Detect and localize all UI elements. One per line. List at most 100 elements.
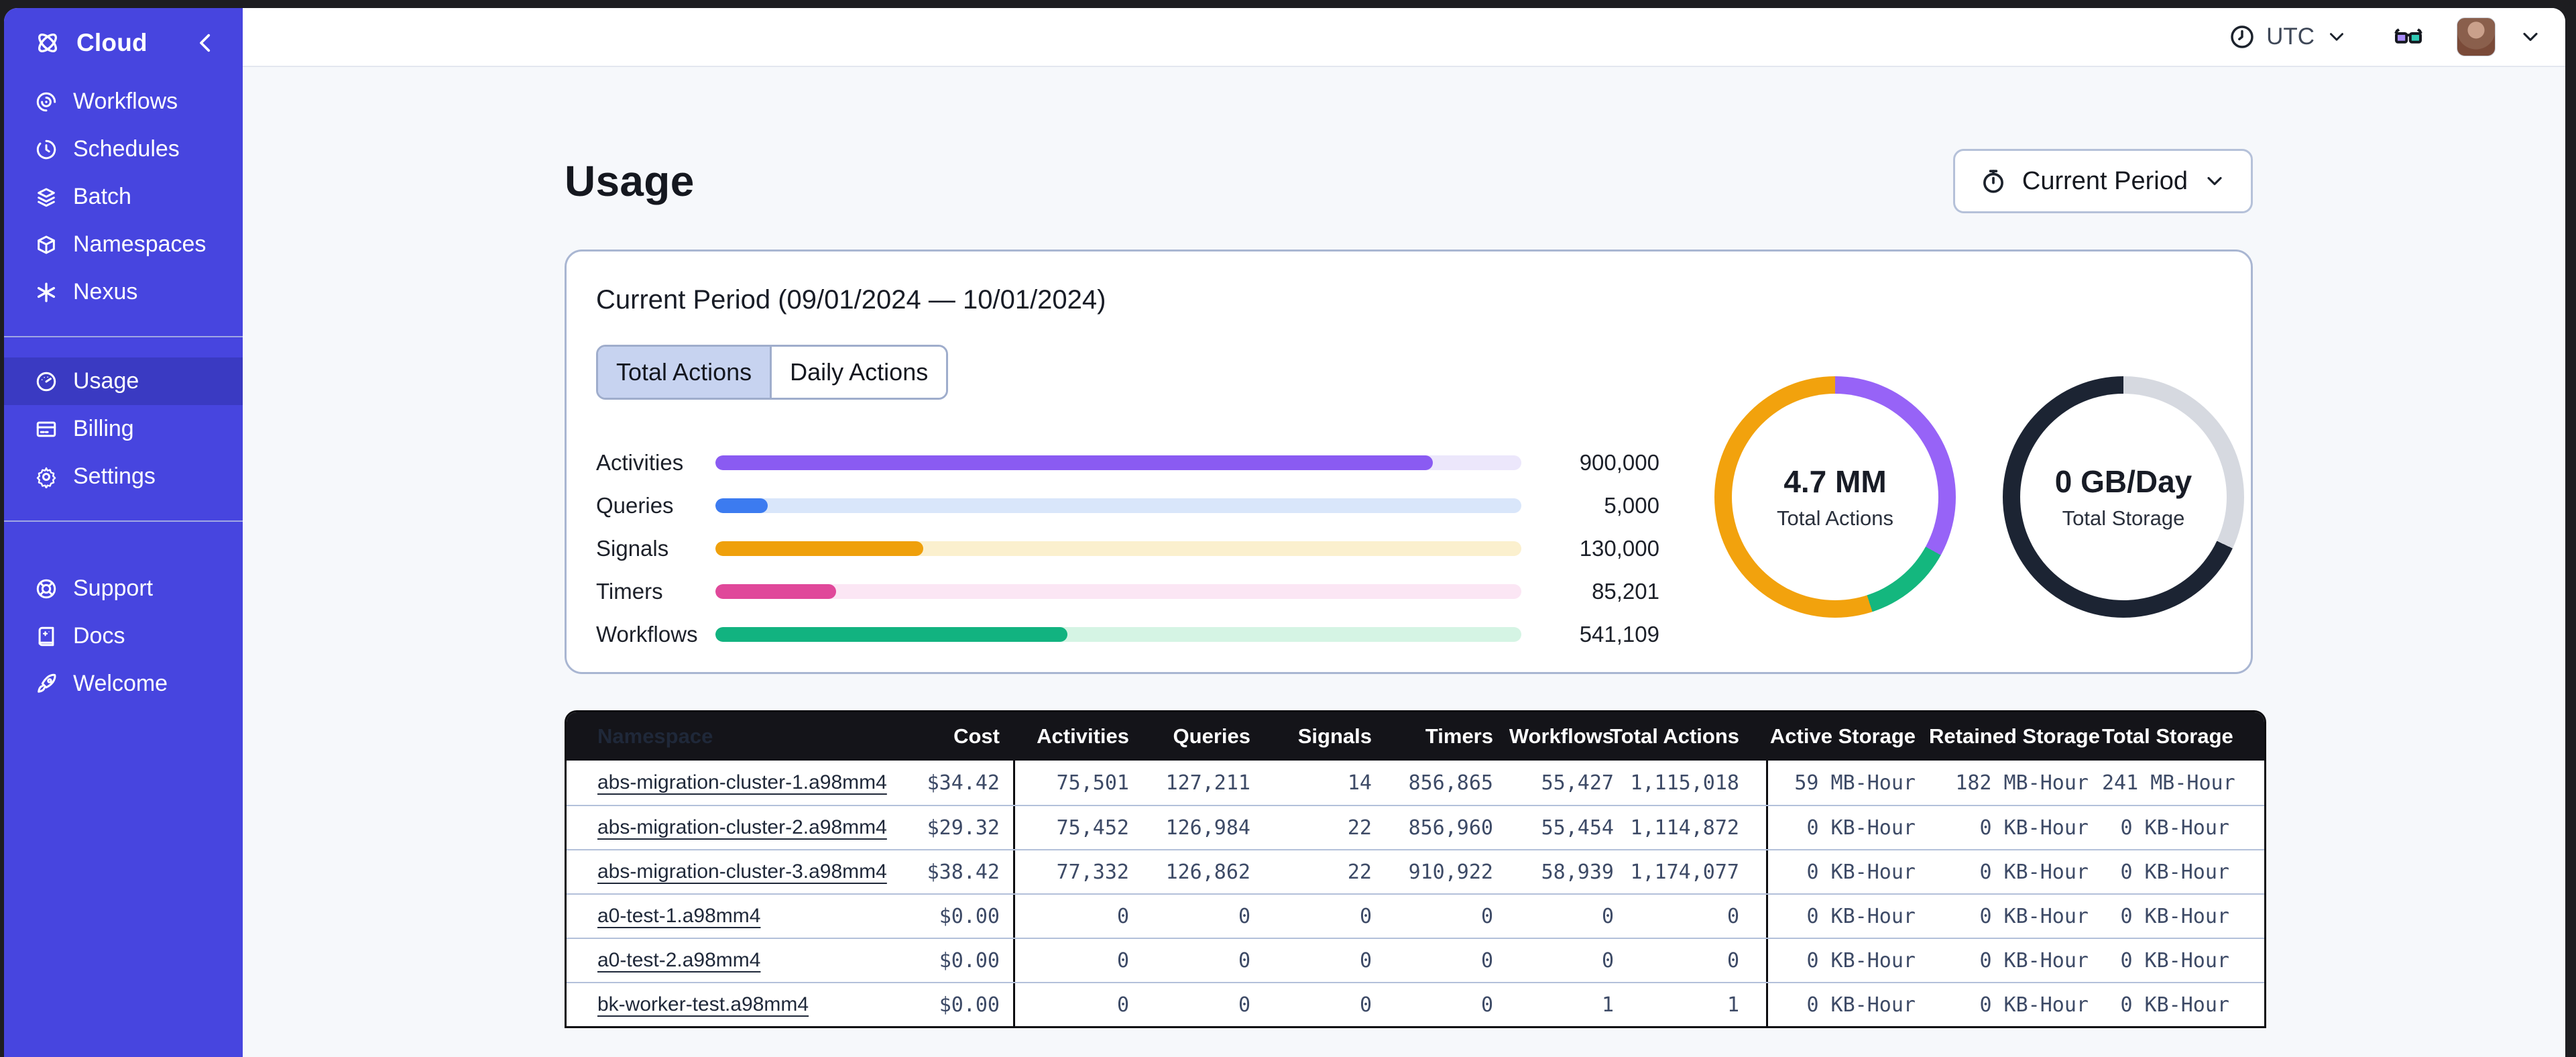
bar-value: 900,000	[1579, 450, 1659, 475]
bar-row-queries: Queries 5,000	[596, 484, 1662, 527]
nexus-icon	[35, 281, 58, 304]
cell-workflows: 55,427	[1541, 771, 1614, 795]
sidebar-item-label: Docs	[73, 623, 125, 649]
sidebar-item-nexus[interactable]: Nexus	[4, 268, 243, 316]
sidebar-item-schedules[interactable]: Schedules	[4, 125, 243, 173]
total-actions-donut: 4.7 MM Total Actions	[1714, 376, 1956, 618]
user-menu-button[interactable]	[2513, 19, 2548, 54]
cell-total-storage: 0 KB-Hour	[2120, 948, 2229, 972]
cell-signals: 0	[1359, 993, 1372, 1017]
collapse-sidebar-icon[interactable]	[194, 32, 217, 54]
total-actions-value: 4.7 MM	[1783, 464, 1887, 499]
cell-total-storage: 0 KB-Hour	[2120, 993, 2229, 1017]
cell-queries: 126,984	[1165, 816, 1250, 840]
table-row: abs-migration-cluster-3.a98mm4 $38.42 77…	[567, 849, 2264, 893]
cell-total-storage: 0 KB-Hour	[2120, 860, 2229, 884]
cell-activities: 77,332	[1056, 860, 1129, 884]
sidebar-item-usage[interactable]: Usage	[4, 357, 243, 405]
cell-total-actions: 1	[1627, 983, 1768, 1026]
cell-total-actions: 1,174,077	[1627, 850, 1768, 893]
sidebar-item-docs[interactable]: Docs	[4, 612, 243, 660]
batch-icon	[35, 186, 58, 209]
user-avatar[interactable]	[2457, 17, 2496, 56]
sidebar-item-label: Support	[73, 575, 154, 601]
sidebar-item-label: Workflows	[73, 89, 178, 114]
sidebar-item-label: Namespaces	[73, 231, 207, 257]
sidebar-nav-account: Usage Billing Settings	[4, 357, 243, 500]
bar-label: Activities	[596, 450, 684, 475]
summary-donuts: 4.7 MM Total Actions 0 GB/Day Total Stor…	[1714, 376, 2244, 672]
col-header-total-actions: Total Actions	[1610, 724, 1739, 748]
cell-total-actions: 0	[1627, 939, 1768, 982]
sidebar-item-settings[interactable]: Settings	[4, 453, 243, 500]
cell-signals: 22	[1347, 860, 1372, 884]
cell-active-storage: 0 KB-Hour	[1806, 904, 1916, 928]
total-storage-donut: 0 GB/Day Total Storage	[2003, 376, 2244, 618]
sidebar-nav-main: Workflows Schedules Batch Namespaces Nex…	[4, 78, 243, 316]
workflows-bar	[715, 627, 1521, 642]
period-dropdown-button[interactable]: Current Period	[1952, 149, 2253, 213]
tab-daily-actions[interactable]: Daily Actions	[770, 347, 947, 398]
sidebar-item-batch[interactable]: Batch	[4, 173, 243, 221]
usage-page: Usage Current Period Current Period (09/…	[243, 67, 2565, 1057]
namespace-link[interactable]: abs-migration-cluster-3.a98mm4	[597, 860, 887, 883]
cell-queries: 127,211	[1165, 771, 1250, 795]
stopwatch-icon	[1983, 170, 2003, 193]
total-storage-label: Total Storage	[2062, 506, 2185, 530]
cell-activities: 75,452	[1056, 816, 1129, 840]
topbar: UTC	[243, 8, 2565, 67]
namespace-usage-table: Namespace Cost Activities Queries Signal…	[565, 710, 2266, 1028]
col-header-activities: Activities	[1037, 724, 1129, 748]
clock-icon	[2231, 25, 2253, 48]
cell-cost: $34.42	[883, 761, 1015, 805]
sidebar-item-label: Batch	[73, 184, 131, 209]
bar-value: 85,201	[1592, 579, 1659, 604]
nerdfaces-button[interactable]	[2387, 15, 2430, 58]
bar-row-timers: Timers 85,201	[596, 570, 1662, 613]
page-title: Usage	[565, 157, 695, 205]
col-header-retained-storage: Retained Storage	[1929, 724, 2100, 748]
namespace-link[interactable]: abs-migration-cluster-1.a98mm4	[597, 771, 887, 793]
current-period-card: Current Period (09/01/2024 — 10/01/2024)…	[565, 249, 2253, 674]
cell-retained-storage: 0 KB-Hour	[1979, 904, 2089, 928]
cell-total-storage: 0 KB-Hour	[2120, 904, 2229, 928]
bar-row-activities: Activities 900,000	[596, 441, 1662, 484]
col-header-signals: Signals	[1297, 724, 1372, 748]
cell-active-storage: 0 KB-Hour	[1806, 860, 1916, 884]
col-header-queries: Queries	[1173, 724, 1250, 748]
sidebar-item-support[interactable]: Support	[4, 565, 243, 612]
namespace-link[interactable]: a0-test-2.a98mm4	[597, 949, 760, 971]
col-header-cost: Cost	[953, 724, 1000, 748]
namespace-link[interactable]: abs-migration-cluster-2.a98mm4	[597, 816, 887, 838]
namespace-link[interactable]: bk-worker-test.a98mm4	[597, 993, 809, 1015]
workflows-icon	[35, 91, 58, 113]
chevron-down-icon	[2330, 33, 2343, 41]
total-storage-value: 0 GB/Day	[2054, 464, 2192, 499]
cell-workflows: 0	[1601, 948, 1614, 972]
actions-view-tabs: Total Actions Daily Actions	[596, 345, 949, 400]
sidebar-item-welcome[interactable]: Welcome	[4, 660, 243, 708]
sidebar-item-label: Settings	[73, 463, 156, 489]
schedules-icon	[35, 138, 58, 161]
cell-total-actions: 0	[1627, 895, 1768, 938]
col-header-namespace: Namespace	[597, 724, 713, 748]
namespace-link[interactable]: a0-test-1.a98mm4	[597, 905, 760, 927]
cell-timers: 856,960	[1408, 816, 1493, 840]
sidebar-item-workflows[interactable]: Workflows	[4, 78, 243, 125]
timezone-selector[interactable]: UTC	[2219, 17, 2357, 57]
sidebar-item-namespaces[interactable]: Namespaces	[4, 221, 243, 268]
cell-timers: 910,922	[1408, 860, 1493, 884]
cell-active-storage: 0 KB-Hour	[1806, 993, 1916, 1017]
sidebar-brand[interactable]: Cloud	[4, 8, 243, 78]
sidebar-item-billing[interactable]: Billing	[4, 405, 243, 453]
tab-total-actions[interactable]: Total Actions	[598, 347, 770, 398]
welcome-icon	[35, 673, 58, 696]
cell-queries: 0	[1238, 948, 1250, 972]
sidebar-divider	[4, 336, 243, 337]
table-row: a0-test-2.a98mm4 $0.00 0 0 0 0 0 0 0 KB-…	[567, 938, 2264, 982]
cell-workflows: 0	[1601, 904, 1614, 928]
table-row: a0-test-1.a98mm4 $0.00 0 0 0 0 0 0 0 KB-…	[567, 893, 2264, 938]
cell-signals: 14	[1347, 771, 1372, 795]
queries-bar	[715, 498, 1521, 513]
sidebar-item-label: Usage	[73, 368, 139, 394]
